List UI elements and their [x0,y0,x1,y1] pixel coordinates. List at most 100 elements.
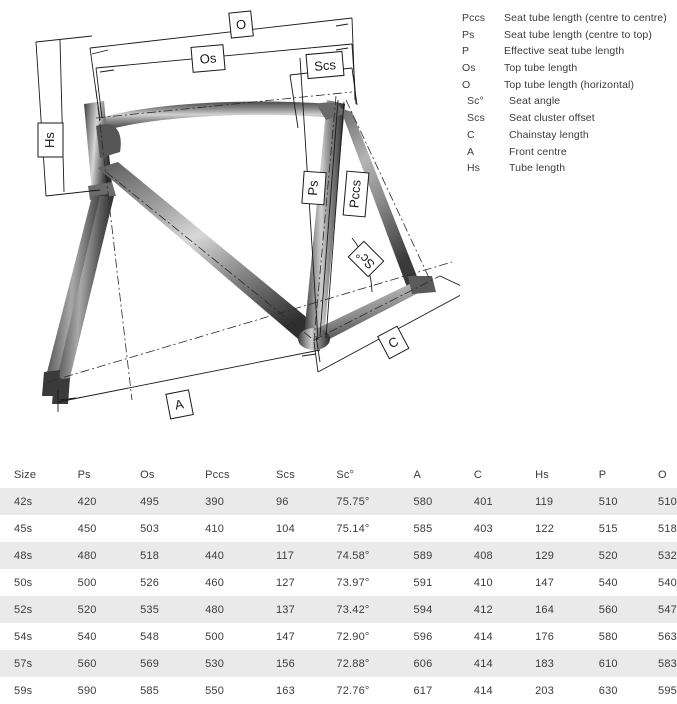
table-row: 54s 540 548 500 147 72.90° 596 414 176 5… [0,623,677,650]
cell-os: 495 [140,495,160,508]
legend-item: Hs Tube length [462,162,677,179]
cell-hs: 129 [535,549,555,562]
legend-item: Ps Seat tube length (centre to top) [462,29,677,46]
cell-o: 595 [658,684,677,697]
label-pccs-text: Pccs [346,179,363,209]
cell-a: 585 [413,522,433,535]
table-body: 42s 420 495 390 96 75.75° 580 401 119 51… [0,488,677,704]
legend-description: Seat tube length (centre to top) [504,28,652,41]
legend-symbol: O [462,78,471,91]
legend-description: Effective seat tube length [504,45,625,58]
dimension-label-hs: Hs [37,122,64,158]
cell-os: 535 [140,603,160,616]
cell-size: 48s [14,549,33,562]
cell-pccs: 440 [205,549,225,562]
cell-sc-angle: 72.76° [336,684,370,697]
legend-description: Seat angle [509,95,561,108]
legend-item: P Effective seat tube length [462,45,677,62]
column-header-p: P [598,469,607,481]
cell-p: 560 [598,603,618,616]
table-row: 45s 450 503 410 104 75.14° 585 403 122 5… [0,515,677,542]
dimension-label-c: C [376,325,410,360]
cell-size: 42s [14,495,33,508]
dimension-label-ps: Ps [301,170,327,206]
cell-ps: 450 [77,522,97,535]
cell-hs: 203 [535,684,555,697]
cell-pccs: 550 [205,684,225,697]
bicycle-frame-illustration: O Os Scs Hs Ps Pccs Sc° C A [35,10,460,420]
cell-c: 403 [473,522,493,535]
label-os-text: Os [199,50,217,66]
label-ps-text: Ps [305,179,321,196]
table-row: 48s 480 518 440 117 74.58° 589 408 129 5… [0,542,677,569]
cell-o: 583 [658,657,677,670]
cell-ps: 500 [77,576,97,589]
cell-os: 526 [140,576,160,589]
cell-sc-angle: 74.58° [336,549,370,562]
cell-sc-angle: 75.75° [336,495,370,508]
cell-sc-angle: 75.14° [336,522,370,535]
label-o-text: O [235,17,247,33]
column-header-sc-angle: Sc° [336,469,355,481]
cell-scs: 156 [275,657,295,670]
cell-scs: 104 [275,522,295,535]
cell-sc-angle: 72.90° [336,630,370,643]
cell-pccs: 500 [205,630,225,643]
legend: Pccs Seat tube length (centre to centre)… [462,12,677,179]
cell-a: 594 [413,603,433,616]
cell-o: 563 [658,630,677,643]
cell-c: 414 [473,657,493,670]
legend-item: Scs Seat cluster offset [462,112,677,129]
cell-hs: 119 [535,495,554,508]
legend-description: Top tube length [504,62,578,75]
cell-a: 606 [413,657,433,670]
cell-size: 54s [14,630,33,643]
cell-scs: 163 [275,684,295,697]
dimension-label-o: O [228,10,254,39]
table-header-row: Size Ps Os Pccs Scs Sc° A C Hs P O [0,462,677,488]
cell-scs: 137 [275,603,295,616]
legend-description: Seat tube length (centre to centre) [504,12,667,24]
cell-p: 540 [598,576,618,589]
legend-symbol: Scs [467,112,485,125]
legend-description: Seat cluster offset [509,112,595,125]
cell-c: 414 [473,630,493,643]
cell-scs: 127 [275,576,295,589]
cell-os: 518 [140,549,160,562]
legend-description: Chainstay length [509,128,589,141]
cell-scs: 147 [275,630,295,643]
dimension-label-pccs: Pccs [342,170,370,218]
cell-sc-angle: 73.42° [336,603,370,616]
cell-p: 515 [598,522,618,535]
legend-symbol: Sc° [467,95,484,108]
cell-scs: 96 [275,495,289,508]
dimension-label-os: Os [190,44,226,73]
legend-symbol: C [467,128,475,141]
cell-ps: 480 [77,549,97,562]
cell-pccs: 410 [205,522,225,535]
cell-p: 630 [598,684,618,697]
column-header-hs: Hs [535,469,549,481]
cell-a: 591 [413,576,433,589]
column-header-ps: Ps [77,469,91,481]
cell-sc-angle: 72.88° [336,657,370,670]
cell-o: 540 [658,576,677,589]
cell-size: 57s [14,657,33,670]
cell-ps: 590 [77,684,97,697]
table-row: 42s 420 495 390 96 75.75° 580 401 119 51… [0,488,677,515]
cell-o: 532 [658,549,677,562]
cell-c: 410 [473,576,493,589]
table-row: 52s 520 535 480 137 73.42° 594 412 164 5… [0,596,677,623]
cell-a: 596 [413,630,433,643]
cell-sc-angle: 73.97° [336,576,370,589]
legend-item: Os Top tube length [462,62,677,79]
cell-hs: 164 [535,603,555,616]
cell-p: 610 [598,657,618,670]
cell-pccs: 480 [205,603,225,616]
table-row: 50s 500 526 460 127 73.97° 591 410 147 5… [0,569,677,596]
cell-ps: 560 [77,657,97,670]
cell-pccs: 530 [205,657,225,670]
cell-os: 585 [140,684,160,697]
cell-size: 52s [14,603,33,616]
table-row: 57s 560 569 530 156 72.88° 606 414 183 6… [0,650,677,677]
